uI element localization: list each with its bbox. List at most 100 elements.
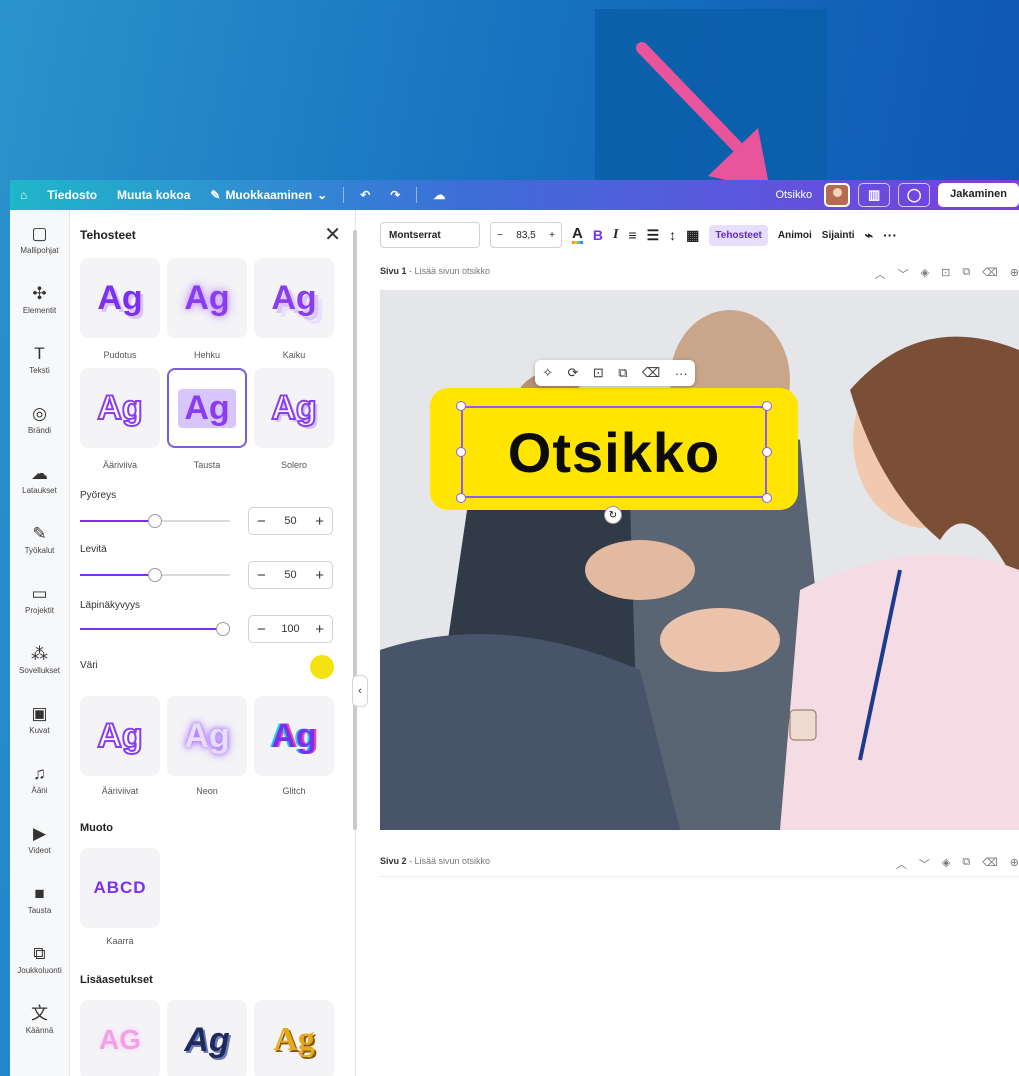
resize-handle[interactable] bbox=[762, 447, 772, 457]
minus-icon[interactable]: − bbox=[257, 567, 266, 584]
rotate-icon[interactable]: ↻ bbox=[604, 506, 622, 524]
list-icon[interactable]: ☰ bbox=[647, 227, 660, 244]
roundness-slider[interactable] bbox=[80, 514, 230, 528]
font-size-value[interactable]: 83,5 bbox=[516, 230, 535, 241]
effect-glow[interactable]: Ag bbox=[167, 258, 247, 338]
rail-item-projects[interactable]: ▭ Projektit bbox=[10, 570, 69, 630]
close-icon[interactable]: ✕ bbox=[324, 222, 341, 247]
home-button[interactable]: ⌂ bbox=[10, 188, 37, 202]
trash-icon[interactable]: ⌫ bbox=[642, 365, 660, 381]
hide-icon[interactable]: ◈ bbox=[942, 856, 950, 872]
spread-stepper[interactable]: − 50 + bbox=[248, 561, 333, 589]
page-title-placeholder[interactable]: - Lisää sivun otsikko bbox=[409, 266, 490, 276]
add-page-icon[interactable]: ⊕ bbox=[1010, 266, 1019, 282]
lock-icon[interactable]: ⊡ bbox=[941, 266, 950, 282]
editing-menu[interactable]: ✎ Muokkaaminen ⌄ bbox=[200, 188, 337, 202]
undo-button[interactable]: ↶ bbox=[350, 188, 380, 202]
roundness-value[interactable]: 50 bbox=[284, 515, 296, 527]
comments-button[interactable]: ◯ bbox=[898, 183, 931, 207]
document-title[interactable]: Otsikko bbox=[771, 189, 816, 201]
duplicate-icon[interactable]: ⧉ bbox=[618, 365, 627, 381]
color-swatch[interactable] bbox=[310, 655, 334, 679]
rail-item-apps[interactable]: ⁂ Sovellukset bbox=[10, 630, 69, 690]
advanced-effect-2[interactable]: Ag bbox=[167, 1000, 247, 1076]
effect-glitch[interactable]: Ag bbox=[254, 696, 334, 776]
paint-format-icon[interactable]: ⌁ bbox=[865, 227, 873, 244]
minus-icon[interactable]: − bbox=[257, 513, 266, 530]
resize-handle[interactable] bbox=[456, 401, 466, 411]
spread-slider[interactable] bbox=[80, 568, 230, 582]
rail-item-elements[interactable]: ✣ Elementit bbox=[10, 270, 69, 330]
slider-knob[interactable] bbox=[148, 568, 162, 582]
rail-item-bulk-create[interactable]: ⧉ Joukkoluonti bbox=[10, 930, 69, 990]
advanced-effect-1[interactable]: AG bbox=[80, 1000, 160, 1076]
share-button[interactable]: Jakaminen bbox=[938, 183, 1019, 207]
roundness-stepper[interactable]: − 50 + bbox=[248, 507, 333, 535]
minus-icon[interactable]: − bbox=[257, 621, 266, 638]
effects-button[interactable]: Tehosteet bbox=[709, 224, 768, 246]
effect-neon[interactable]: Ag bbox=[167, 696, 247, 776]
italic-icon[interactable]: I bbox=[613, 227, 618, 243]
rail-item-brand[interactable]: ◎ Brändi bbox=[10, 390, 69, 450]
resize-handle[interactable] bbox=[762, 493, 772, 503]
effect-echo[interactable]: Ag bbox=[254, 258, 334, 338]
plus-icon[interactable]: + bbox=[315, 513, 324, 530]
resize-handle[interactable] bbox=[456, 447, 466, 457]
rail-item-background[interactable]: ■ Tausta bbox=[10, 870, 69, 930]
trash-icon[interactable]: ⌫ bbox=[982, 266, 998, 282]
opacity-slider[interactable] bbox=[80, 622, 230, 636]
slider-knob[interactable] bbox=[216, 622, 230, 636]
font-select[interactable]: Montserrat bbox=[380, 222, 480, 248]
position-button[interactable]: Sijainti bbox=[822, 230, 855, 241]
shape-curve[interactable]: ABCD bbox=[80, 848, 160, 928]
add-page-icon[interactable]: ⊕ bbox=[1010, 856, 1019, 872]
animate-button[interactable]: Animoi bbox=[778, 230, 812, 241]
font-size-stepper[interactable]: − 83,5 + bbox=[490, 222, 562, 248]
minus-icon[interactable]: − bbox=[497, 230, 503, 241]
rail-item-translate[interactable]: 文 Käännä bbox=[10, 990, 69, 1050]
advanced-effect-3[interactable]: Ag bbox=[254, 1000, 334, 1076]
file-menu[interactable]: Tiedosto bbox=[37, 188, 107, 202]
avatar[interactable] bbox=[824, 183, 851, 207]
resize-menu[interactable]: Muuta kokoa bbox=[107, 188, 200, 202]
effect-splice[interactable]: Ag bbox=[254, 368, 334, 448]
resize-handle[interactable] bbox=[456, 493, 466, 503]
rail-item-tools[interactable]: ✎ Työkalut bbox=[10, 510, 69, 570]
canvas-photo[interactable]: Otsikko ✧ ⟳ ⊡ ⧉ ⌫ ··· ↻ bbox=[380, 290, 1019, 830]
refresh-icon[interactable]: ⟳ bbox=[568, 365, 579, 381]
opacity-value[interactable]: 100 bbox=[281, 623, 299, 635]
slider-knob[interactable] bbox=[148, 514, 162, 528]
duplicate-icon[interactable]: ⧉ bbox=[962, 266, 970, 282]
magic-edit-icon[interactable]: ✧ bbox=[542, 365, 553, 381]
plus-icon[interactable]: + bbox=[549, 230, 555, 241]
chevron-up-icon[interactable]: ︿ bbox=[896, 856, 907, 872]
trash-icon[interactable]: ⌫ bbox=[982, 856, 998, 872]
hide-icon[interactable]: ◈ bbox=[921, 266, 929, 282]
lock-icon[interactable]: ⊡ bbox=[593, 365, 604, 381]
rail-item-photos[interactable]: ▣ Kuvat bbox=[10, 690, 69, 750]
panel-scrollbar[interactable] bbox=[353, 230, 357, 830]
chevron-up-icon[interactable]: ︿ bbox=[875, 266, 886, 282]
chevron-down-icon[interactable]: ﹀ bbox=[919, 856, 930, 872]
effect-hollow[interactable]: Ag bbox=[80, 696, 160, 776]
rail-item-templates[interactable]: ▢ Mallipohjat bbox=[10, 210, 69, 270]
cloud-save-button[interactable]: ☁ bbox=[423, 188, 455, 202]
resize-handle[interactable] bbox=[762, 401, 772, 411]
more-icon[interactable]: ··· bbox=[675, 366, 688, 381]
bold-icon[interactable]: B bbox=[593, 227, 603, 243]
effect-background[interactable]: Ag bbox=[167, 368, 247, 448]
plus-icon[interactable]: + bbox=[315, 567, 324, 584]
transparency-icon[interactable]: ▦ bbox=[686, 227, 699, 244]
spread-value[interactable]: 50 bbox=[284, 569, 296, 581]
page-title-placeholder[interactable]: - Lisää sivun otsikko bbox=[409, 856, 490, 866]
effect-drop-shadow[interactable]: Ag bbox=[80, 258, 160, 338]
more-icon[interactable]: ··· bbox=[883, 227, 897, 243]
align-center-icon[interactable]: ≡ bbox=[628, 227, 636, 243]
rail-item-videos[interactable]: ▶ Videot bbox=[10, 810, 69, 870]
rail-item-text[interactable]: T Teksti bbox=[10, 330, 69, 390]
rail-item-uploads[interactable]: ☁ Lataukset bbox=[10, 450, 69, 510]
page-2-canvas[interactable] bbox=[380, 876, 1019, 1076]
redo-button[interactable]: ↷ bbox=[380, 188, 410, 202]
effect-outline[interactable]: Ag bbox=[80, 368, 160, 448]
plus-icon[interactable]: + bbox=[315, 621, 324, 638]
